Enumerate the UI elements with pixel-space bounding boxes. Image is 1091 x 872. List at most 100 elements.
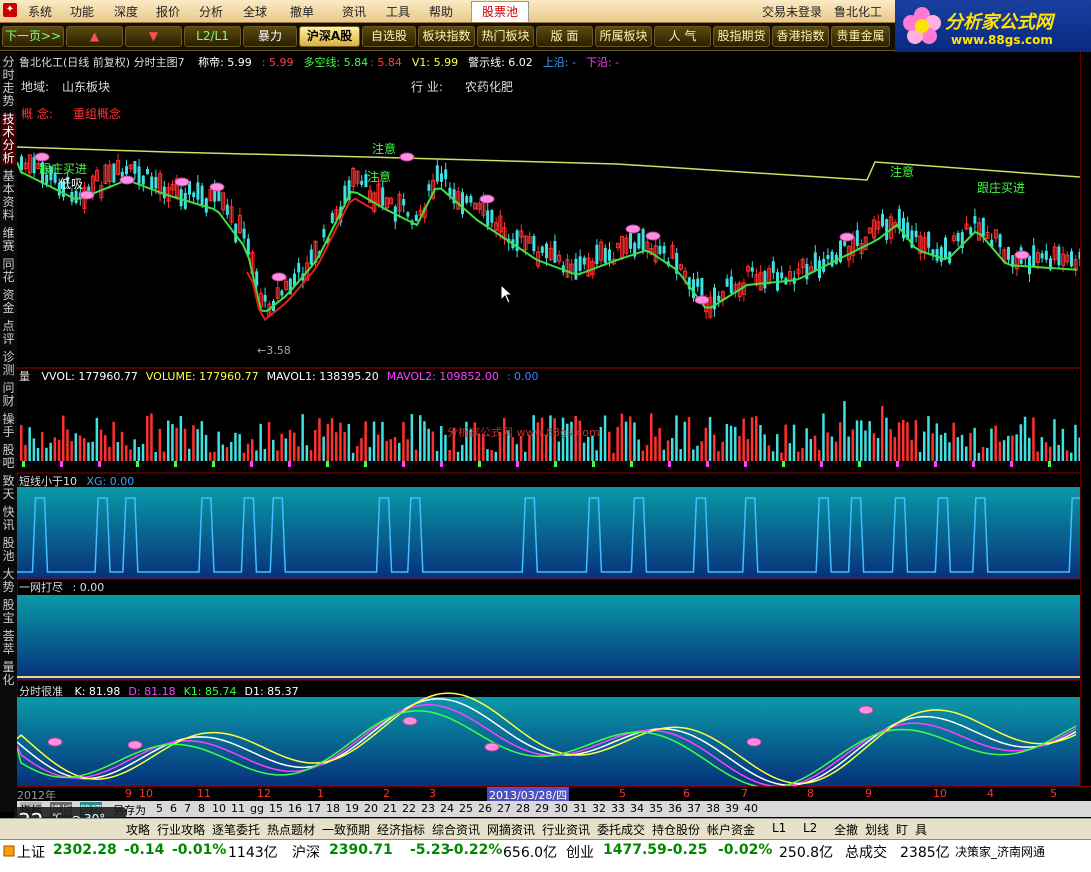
page-number-34[interactable]: 34 [630, 802, 644, 815]
left-tab-13[interactable]: 股池 [1, 537, 16, 563]
page-number-33[interactable]: 33 [611, 802, 625, 815]
page-number-38[interactable]: 38 [706, 802, 720, 815]
index-futures-button[interactable]: 股指期货 [713, 26, 770, 47]
page-number-39[interactable]: 39 [725, 802, 739, 815]
left-tab-1[interactable]: 技术分析 [1, 113, 16, 165]
sector-index-button[interactable]: 板块指数 [418, 26, 475, 47]
page-number-17[interactable]: 17 [307, 802, 321, 815]
left-tab-4[interactable]: 同花 [1, 258, 16, 284]
left-tab-8[interactable]: 问财 [1, 382, 16, 408]
precious-metals-button[interactable]: 贵重金属 [831, 26, 890, 47]
up-button[interactable]: ▲ [66, 26, 123, 47]
page-number-5[interactable]: 5 [156, 802, 163, 815]
hot-sector-button[interactable]: 热门板块 [477, 26, 534, 47]
page-number-32[interactable]: 32 [592, 802, 606, 815]
left-tab-2[interactable]: 基本资料 [1, 170, 16, 222]
page-number-23[interactable]: 23 [421, 802, 435, 815]
related-sector-button[interactable]: 所属板块 [595, 26, 652, 47]
page-number-15[interactable]: 15 [269, 802, 283, 815]
left-tab-12[interactable]: 快讯 [1, 506, 16, 532]
page-number-28[interactable]: 28 [516, 802, 530, 815]
menu-tools[interactable]: 工具 [386, 3, 410, 20]
info-tab-12[interactable]: L1 [772, 821, 786, 835]
info-tab-3[interactable]: 热点题材 [267, 821, 315, 838]
page-number-11[interactable]: 11 [231, 802, 245, 815]
popularity-button[interactable]: 人 气 [654, 26, 711, 47]
menu-cancel-order[interactable]: 撤单 [290, 3, 314, 20]
left-tab-11[interactable]: 致天 [1, 475, 16, 501]
page-number-37[interactable]: 37 [687, 802, 701, 815]
page-number-24[interactable]: 24 [440, 802, 454, 815]
page-number-40[interactable]: 40 [744, 802, 758, 815]
page-number-10[interactable]: 10 [212, 802, 226, 815]
info-tab-15[interactable]: 划线 [865, 821, 889, 838]
page-number-26[interactable]: 26 [478, 802, 492, 815]
left-tab-7[interactable]: 诊测 [1, 351, 16, 377]
info-tab-16[interactable]: 盯 [896, 821, 908, 838]
page-number-30[interactable]: 30 [554, 802, 568, 815]
layout-button[interactable]: 版 面 [536, 26, 593, 47]
right-scroll-bar[interactable] [1080, 52, 1091, 788]
page-number-8[interactable]: 8 [198, 802, 205, 815]
page-number-gg[interactable]: gg [250, 802, 264, 815]
info-tab-2[interactable]: 逐笔委托 [212, 821, 260, 838]
menu-analysis[interactable]: 分析 [199, 3, 223, 20]
page-number-21[interactable]: 21 [383, 802, 397, 815]
down-button[interactable]: ▼ [125, 26, 182, 47]
info-tab-7[interactable]: 网摘资讯 [487, 821, 535, 838]
page-number-18[interactable]: 18 [326, 802, 340, 815]
page-number-29[interactable]: 29 [535, 802, 549, 815]
page-number-36[interactable]: 36 [668, 802, 682, 815]
info-tab-4[interactable]: 一致预期 [322, 821, 370, 838]
page-number-19[interactable]: 19 [345, 802, 359, 815]
left-tab-10[interactable]: 股吧 [1, 444, 16, 470]
info-tab-6[interactable]: 综合资讯 [432, 821, 480, 838]
menu-news[interactable]: 资讯 [342, 3, 366, 20]
info-tab-14[interactable]: 全撤 [834, 821, 858, 838]
menu-quote[interactable]: 报价 [156, 3, 180, 20]
left-tab-17[interactable]: 量化 [1, 661, 16, 687]
page-number-25[interactable]: 25 [459, 802, 473, 815]
page-number-27[interactable]: 27 [497, 802, 511, 815]
info-tab-17[interactable]: 具 [915, 821, 927, 838]
baoli-button[interactable]: 暴力 [243, 26, 297, 47]
page-number-31[interactable]: 31 [573, 802, 587, 815]
left-tab-0[interactable]: 分时走势 [1, 56, 16, 108]
info-tab-10[interactable]: 持仓股份 [652, 821, 700, 838]
left-tab-5[interactable]: 资金 [1, 289, 16, 315]
chart-canvas[interactable] [17, 52, 1080, 788]
menu-global[interactable]: 全球 [243, 3, 267, 20]
page-number-7[interactable]: 7 [184, 802, 191, 815]
info-tab-5[interactable]: 经济指标 [377, 821, 425, 838]
info-tab-13[interactable]: L2 [803, 821, 817, 835]
menu-depth[interactable]: 深度 [114, 3, 138, 20]
watchlist-button[interactable]: 自选股 [362, 26, 416, 47]
chart-area[interactable]: 鲁北化工(日线 前复权) 分时主图7 称帝: 5.99: 5.99 多空线: 5.… [17, 52, 1080, 788]
app-icon[interactable]: ✦ [3, 3, 17, 17]
l2-l1-button[interactable]: L2/L1 [184, 26, 241, 47]
page-number-16[interactable]: 16 [288, 802, 302, 815]
next-page-button[interactable]: 下一页>> [2, 26, 64, 47]
page-number-20[interactable]: 20 [364, 802, 378, 815]
left-tab-3[interactable]: 维赛 [1, 227, 16, 253]
left-tab-15[interactable]: 股宝 [1, 599, 16, 625]
login-status[interactable]: 交易未登录 [762, 3, 822, 20]
shanghai-shenzhen-a-button[interactable]: 沪深A股 [299, 26, 360, 47]
menu-function[interactable]: 功能 [70, 3, 94, 20]
hk-index-button[interactable]: 香港指数 [772, 26, 829, 47]
left-tab-6[interactable]: 点评 [1, 320, 16, 346]
left-tab-9[interactable]: 操手 [1, 413, 16, 439]
menu-system[interactable]: 系统 [28, 3, 52, 20]
page-number-22[interactable]: 22 [402, 802, 416, 815]
menu-help[interactable]: 帮助 [429, 3, 453, 20]
left-tab-14[interactable]: 大势 [1, 568, 16, 594]
stock-pool-tab[interactable]: 股票池 [471, 1, 529, 22]
info-tab-0[interactable]: 攻略 [126, 821, 150, 838]
info-tab-8[interactable]: 行业资讯 [542, 821, 590, 838]
info-tab-1[interactable]: 行业攻略 [157, 821, 205, 838]
page-number-6[interactable]: 6 [170, 802, 177, 815]
info-tab-9[interactable]: 委托成交 [597, 821, 645, 838]
left-tab-16[interactable]: 荟萃 [1, 630, 16, 656]
info-tab-11[interactable]: 帐户资金 [707, 821, 755, 838]
page-number-35[interactable]: 35 [649, 802, 663, 815]
